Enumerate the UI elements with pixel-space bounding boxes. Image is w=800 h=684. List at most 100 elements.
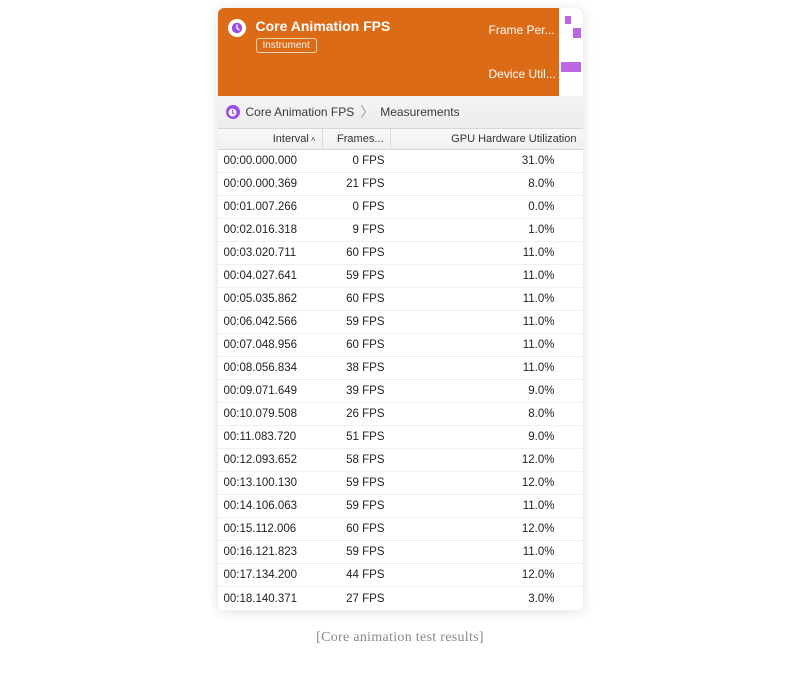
column-gpu[interactable]: GPU Hardware Utilization [391, 129, 583, 149]
cell-interval: 00:13.100.130 [218, 477, 323, 489]
cell-gpu: 9.0% [391, 385, 583, 397]
column-frames[interactable]: Frames... [323, 129, 391, 149]
cell-interval: 00:00.000.000 [218, 155, 323, 167]
table-row[interactable]: 00:07.048.95660 FPS11.0% [218, 334, 583, 357]
cell-gpu: 31.0% [391, 155, 583, 167]
cell-gpu: 11.0% [391, 546, 583, 558]
column-interval[interactable]: Interval ˄ [218, 129, 323, 149]
table-row[interactable]: 00:18.140.37127 FPS3.0% [218, 587, 583, 610]
cell-frames: 51 FPS [323, 431, 391, 443]
cell-gpu: 0.0% [391, 201, 583, 213]
cell-gpu: 11.0% [391, 500, 583, 512]
table-row[interactable]: 00:00.000.36921 FPS8.0% [218, 173, 583, 196]
cell-interval: 00:08.056.834 [218, 362, 323, 374]
instrument-header: Core Animation FPS Instrument Frame Per.… [218, 8, 583, 96]
cell-frames: 27 FPS [323, 593, 391, 605]
cell-gpu: 8.0% [391, 178, 583, 190]
cell-frames: 59 FPS [323, 546, 391, 558]
cell-interval: 00:11.083.720 [218, 431, 323, 443]
track-frame-performance[interactable]: Frame Per... [483, 8, 583, 52]
table-row[interactable]: 00:11.083.72051 FPS9.0% [218, 426, 583, 449]
sort-asc-icon: ˄ [311, 135, 316, 144]
table-row[interactable]: 00:04.027.64159 FPS11.0% [218, 265, 583, 288]
table-row[interactable]: 00:15.112.00660 FPS12.0% [218, 518, 583, 541]
table-row[interactable]: 00:08.056.83438 FPS11.0% [218, 357, 583, 380]
bar-icon [573, 28, 581, 38]
cell-interval: 00:01.007.266 [218, 201, 323, 213]
cell-interval: 00:02.016.318 [218, 224, 323, 236]
cell-gpu: 1.0% [391, 224, 583, 236]
cell-frames: 38 FPS [323, 362, 391, 374]
column-label: GPU Hardware Utilization [451, 133, 576, 145]
cell-frames: 60 FPS [323, 293, 391, 305]
cell-frames: 59 FPS [323, 316, 391, 328]
cell-interval: 00:09.071.649 [218, 385, 323, 397]
cell-interval: 00:12.093.652 [218, 454, 323, 466]
column-label: Frames... [337, 133, 383, 145]
cell-gpu: 9.0% [391, 431, 583, 443]
cell-frames: 60 FPS [323, 339, 391, 351]
table-row[interactable]: 00:12.093.65258 FPS12.0% [218, 449, 583, 472]
cell-frames: 58 FPS [323, 454, 391, 466]
table-row[interactable]: 00:14.106.06359 FPS11.0% [218, 495, 583, 518]
table-row[interactable]: 00:10.079.50826 FPS8.0% [218, 403, 583, 426]
cell-gpu: 12.0% [391, 454, 583, 466]
instrument-header-left: Core Animation FPS Instrument [218, 8, 483, 96]
table-row[interactable]: 00:17.134.20044 FPS12.0% [218, 564, 583, 587]
cell-frames: 59 FPS [323, 477, 391, 489]
cell-frames: 59 FPS [323, 500, 391, 512]
table-row[interactable]: 00:13.100.13059 FPS12.0% [218, 472, 583, 495]
table-row[interactable]: 00:03.020.71160 FPS11.0% [218, 242, 583, 265]
breadcrumb-primary: Core Animation FPS [246, 105, 355, 119]
bar-icon [565, 16, 571, 24]
table-row[interactable]: 00:00.000.0000 FPS31.0% [218, 150, 583, 173]
instrument-tag: Instrument [256, 38, 317, 53]
cell-frames: 39 FPS [323, 385, 391, 397]
cell-interval: 00:04.027.641 [218, 270, 323, 282]
track-label: Frame Per... [489, 23, 555, 37]
table-row[interactable]: 00:01.007.2660 FPS0.0% [218, 196, 583, 219]
clock-icon [226, 105, 240, 119]
cell-interval: 00:17.134.200 [218, 569, 323, 581]
cell-gpu: 11.0% [391, 339, 583, 351]
cell-gpu: 11.0% [391, 247, 583, 259]
cell-interval: 00:14.106.063 [218, 500, 323, 512]
breadcrumb-secondary: Measurements [380, 105, 459, 119]
instrument-title-block: Core Animation FPS Instrument [256, 18, 391, 86]
table-row[interactable]: 00:02.016.3189 FPS1.0% [218, 219, 583, 242]
track-device-utilization[interactable]: Device Util... [483, 52, 583, 96]
cell-interval: 00:07.048.956 [218, 339, 323, 351]
cell-gpu: 12.0% [391, 569, 583, 581]
bar-icon [561, 62, 581, 72]
cell-frames: 60 FPS [323, 523, 391, 535]
cell-frames: 9 FPS [323, 224, 391, 236]
cell-gpu: 8.0% [391, 408, 583, 420]
cell-interval: 00:10.079.508 [218, 408, 323, 420]
figure-caption: [Core animation test results] [316, 630, 484, 646]
cell-frames: 0 FPS [323, 155, 391, 167]
instrument-title: Core Animation FPS [256, 18, 391, 34]
cell-gpu: 3.0% [391, 593, 583, 605]
breadcrumb[interactable]: Core Animation FPS 〉 Measurements [218, 96, 583, 129]
table-row[interactable]: 00:06.042.56659 FPS11.0% [218, 311, 583, 334]
cell-frames: 44 FPS [323, 569, 391, 581]
chevron-right-icon: 〉 [360, 102, 374, 122]
cell-interval: 00:00.000.369 [218, 178, 323, 190]
cell-frames: 21 FPS [323, 178, 391, 190]
cell-gpu: 11.0% [391, 316, 583, 328]
mini-histogram [559, 8, 583, 52]
cell-frames: 60 FPS [323, 247, 391, 259]
table-row[interactable]: 00:09.071.64939 FPS9.0% [218, 380, 583, 403]
table-row[interactable]: 00:05.035.86260 FPS11.0% [218, 288, 583, 311]
cell-interval: 00:18.140.371 [218, 593, 323, 605]
table-row[interactable]: 00:16.121.82359 FPS11.0% [218, 541, 583, 564]
cell-gpu: 12.0% [391, 523, 583, 535]
mini-histogram [559, 52, 583, 96]
table-body: 00:00.000.0000 FPS31.0%00:00.000.36921 F… [218, 150, 583, 610]
instruments-panel: Core Animation FPS Instrument Frame Per.… [218, 8, 583, 610]
cell-interval: 00:03.020.711 [218, 247, 323, 259]
table-header: Interval ˄ Frames... GPU Hardware Utiliz… [218, 129, 583, 150]
cell-interval: 00:15.112.006 [218, 523, 323, 535]
cell-interval: 00:16.121.823 [218, 546, 323, 558]
cell-interval: 00:05.035.862 [218, 293, 323, 305]
